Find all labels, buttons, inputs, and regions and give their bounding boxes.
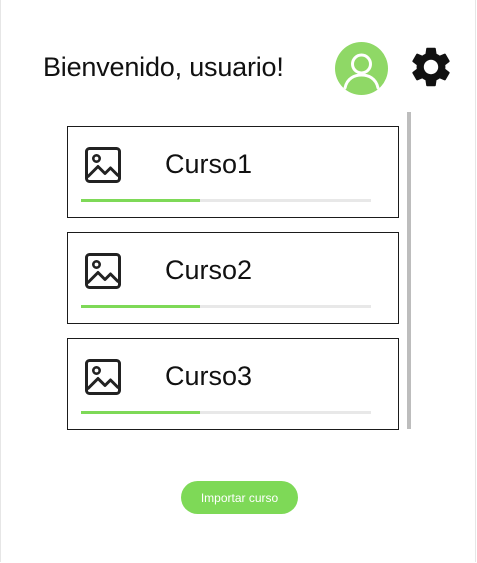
course-card[interactable]: Curso2 [67, 232, 399, 324]
course-title: Curso2 [165, 255, 253, 285]
welcome-heading: Bienvenido, usuario! [43, 52, 284, 82]
gear-icon [412, 47, 450, 87]
course-list: Curso1 Curso2 Curso3 [67, 126, 399, 444]
course-progress-fill [81, 305, 200, 308]
settings-button[interactable] [407, 43, 455, 91]
image-icon [85, 253, 121, 289]
course-list-scrollbar[interactable] [407, 112, 411, 429]
image-icon [85, 147, 121, 183]
course-title: Curso1 [165, 149, 253, 179]
course-progress-bar [81, 199, 371, 202]
course-progress-bar [81, 411, 371, 414]
user-avatar-icon [343, 53, 380, 90]
import-course-button[interactable]: Importar curso [181, 481, 298, 514]
course-title: Curso3 [165, 361, 253, 391]
course-progress-fill [81, 411, 200, 414]
course-card[interactable]: Curso3 [67, 338, 399, 430]
image-icon [85, 359, 121, 395]
course-card[interactable]: Curso1 [67, 126, 399, 218]
course-progress-bar [81, 305, 371, 308]
avatar-button[interactable] [335, 42, 388, 95]
course-progress-fill [81, 199, 200, 202]
